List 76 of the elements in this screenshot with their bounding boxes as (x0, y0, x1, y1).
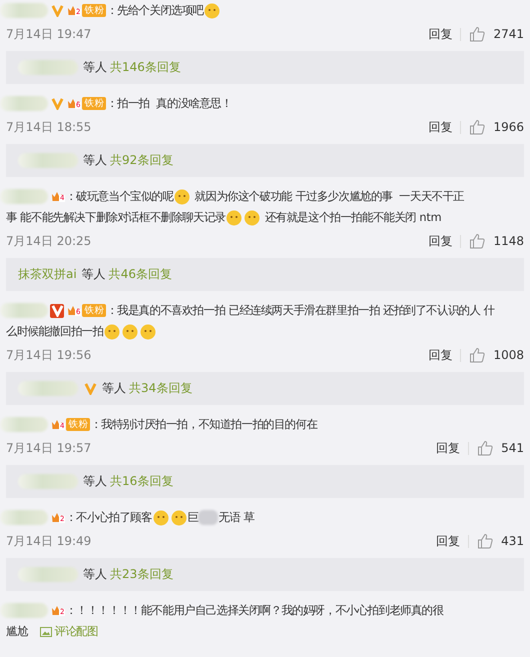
comment-date: 7月14日 19:57 (6, 440, 92, 456)
fan-badge: 铁粉 (82, 4, 106, 17)
comment-date: 7月14日 19:49 (6, 532, 92, 550)
like-count: 1008 (493, 348, 524, 362)
like-count: 541 (501, 441, 524, 455)
fan-badge: 铁粉 (82, 304, 106, 317)
comment-text: ：先给个关闭选项吧 (106, 3, 204, 18)
thumbs-up-icon[interactable] (469, 233, 486, 249)
others-label: 等人 (83, 566, 107, 583)
replies-panel[interactable]: 等人 共146条回复 (6, 51, 524, 84)
reply-link[interactable]: 回复 (428, 232, 452, 250)
others-label: 等人 (82, 266, 106, 283)
comment-text: 么时候能撤回拍一拍 (6, 324, 104, 339)
fan-badge: 铁粉 (82, 97, 106, 110)
blurred-name (0, 510, 48, 525)
emoji-icon (174, 188, 190, 204)
comment-date: 7月14日 19:47 (6, 26, 92, 42)
blurred-name (0, 417, 48, 432)
emoji-icon (204, 2, 220, 18)
thumbs-up-icon[interactable] (469, 347, 486, 363)
image-icon (40, 626, 52, 636)
blurred-name (18, 60, 78, 75)
thumbs-up-icon[interactable] (477, 440, 494, 456)
blurred-name (0, 96, 48, 111)
others-label: 等人 (102, 380, 126, 397)
blurred-name (18, 474, 78, 489)
emoji-icon (170, 510, 187, 526)
comment-text: ：破玩意当个宝似的呢 (65, 189, 174, 204)
blurred-text (198, 510, 218, 525)
comment-text: ：不小心拍了顾客 (65, 510, 152, 525)
emoji-icon (104, 324, 120, 340)
comment-text: 事 能不能先解决下删除对话框不删除聊天记录 (6, 210, 226, 225)
comment-date: 7月14日 18:55 (6, 118, 92, 136)
comment-text: 尴尬 (6, 624, 28, 639)
emoji-icon (226, 210, 242, 226)
replies-panel[interactable]: 等人 共16条回复 (6, 465, 524, 498)
blurred-name (18, 567, 78, 582)
comment-text: ：！！！！！！能不能用户自己选择关闭啊？我的妈呀，不小心拍到老师真的很 (65, 603, 444, 618)
emoji-icon (152, 510, 169, 526)
thumbs-up-icon[interactable] (469, 26, 486, 42)
like-count: 431 (501, 534, 524, 548)
like-count: 1966 (493, 120, 524, 134)
comment-date: 7月14日 19:56 (6, 346, 92, 364)
reply-link[interactable]: 回复 (428, 346, 452, 364)
comment-text: ：我特别讨厌拍一拍，不知道拍一拍的目的何在 (90, 417, 318, 432)
comment-date: 7月14日 20:25 (6, 232, 92, 250)
comment-text: 还有就是这个拍一拍能不能关闭 ntm (264, 210, 442, 225)
fan-badge: 铁粉 (66, 418, 90, 431)
reply-link[interactable]: 回复 (436, 532, 460, 550)
others-label: 等人 (83, 473, 107, 490)
reply-link[interactable]: 回复 (436, 440, 460, 456)
replies-panel[interactable]: 等人 共34条回复 (6, 372, 524, 405)
blurred-name (0, 189, 48, 204)
emoji-icon (244, 210, 260, 226)
blurred-name (0, 3, 48, 18)
comment-text: ：我是真的不喜欢拍一拍 已经连续两天手滑在群里拍一拍 还拍到了不认识的人 什 (106, 303, 494, 318)
thumbs-up-icon[interactable] (477, 533, 494, 549)
comment-text: 无语 草 (218, 510, 254, 525)
reply-link[interactable]: 回复 (428, 26, 452, 42)
like-count: 2741 (493, 27, 524, 41)
comment-text: 就因为你这个破功能 干过多少次尴尬的事 一天天不干正 (194, 189, 464, 204)
reply-link[interactable]: 回复 (428, 118, 452, 136)
blurred-name (18, 381, 78, 396)
emoji-icon (140, 324, 156, 340)
comment-text: ：拍一拍 真的没啥意思！ (106, 96, 232, 111)
replies-panel[interactable]: 等人 共92条回复 (6, 144, 524, 177)
emoji-icon (122, 324, 138, 340)
blurred-name (0, 303, 48, 318)
thumbs-up-icon[interactable] (469, 119, 486, 135)
like-count: 1148 (493, 234, 524, 248)
others-label: 等人 (83, 59, 107, 76)
comment-text: 巨 (188, 510, 198, 525)
replies-panel[interactable]: 等人 共23条回复 (6, 558, 524, 591)
blurred-name (0, 603, 48, 618)
blurred-name (18, 153, 78, 168)
others-label: 等人 (83, 152, 107, 169)
